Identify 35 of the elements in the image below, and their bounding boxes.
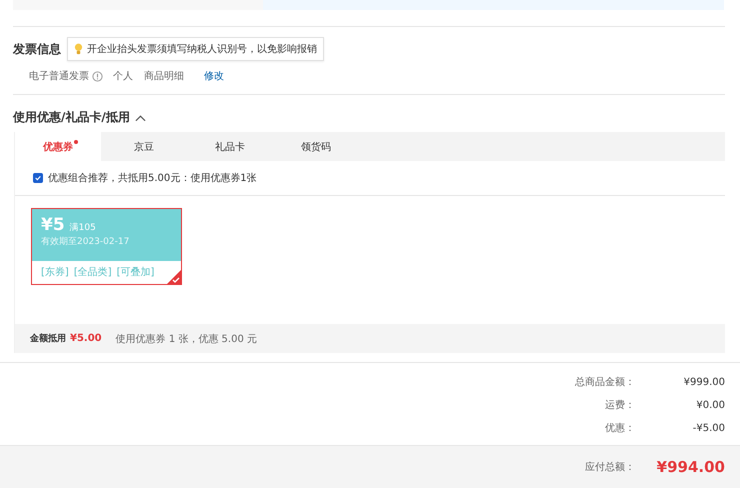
edit-link[interactable]: 修改 (204, 69, 224, 83)
invoice-type: 电子普通发票 (29, 70, 89, 83)
invoice-detail: 商品明细 (144, 70, 184, 83)
coupon-validity: 有效期至2023-02-17 (41, 237, 130, 247)
checkbox-label: 优惠组合推荐，共抵用5.00元：使用优惠券1张 (48, 172, 257, 185)
coupon-tag: [东券] (41, 265, 69, 279)
total-label: 总商品金额： (574, 376, 635, 389)
total-value: -¥5.00 (692, 422, 725, 434)
selected-check-icon (167, 270, 181, 284)
tab[interactable]: 优惠券 (15, 132, 101, 161)
payable-label: 应付总额： (584, 460, 635, 474)
coupon-condition: 满105 (70, 222, 96, 234)
coupon-amount: ¥5 (41, 215, 65, 235)
caret-icon[interactable] (134, 114, 146, 122)
tab[interactable]: 领货码 (273, 132, 359, 161)
summary-label: 金额抵用 (30, 332, 66, 345)
total-label: 优惠： (604, 422, 635, 435)
tab[interactable]: 礼品卡 (187, 132, 273, 161)
tab[interactable]: 京豆 (101, 132, 187, 161)
total-value: ¥0.00 (695, 400, 725, 410)
summary-amount: ¥5.00 (70, 333, 102, 344)
coupon-tag: [可叠加] (116, 265, 154, 279)
payable-amount: ¥994.00 (656, 458, 725, 476)
info-icon (92, 70, 103, 82)
checkbox[interactable] (33, 173, 43, 183)
section-title: 使用优惠/礼品卡/抵用 (13, 109, 130, 126)
tooltip-text: 开企业抬头发票须填写纳税人识别号，以免影响报销 (87, 42, 317, 56)
total-value: ¥999.00 (682, 376, 725, 388)
summary-detail: 使用优惠券 1 张，优惠 5.00 元 (116, 332, 257, 346)
total-label: 运费： (604, 398, 635, 412)
section-title: 发票信息 (13, 40, 61, 58)
invoice-detail: 个人 (113, 70, 133, 83)
coupon-tag: [全品类] (74, 265, 112, 279)
notification-dot (74, 140, 78, 144)
lightbulb-icon (74, 43, 83, 55)
